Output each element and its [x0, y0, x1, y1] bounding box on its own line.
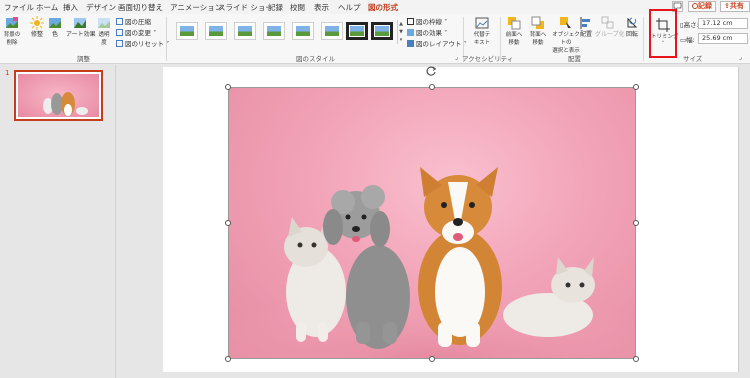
resize-handle-left[interactable] [225, 220, 231, 226]
corrections-button[interactable]: 修整 [28, 16, 46, 38]
picture-effects-button[interactable]: 図の効果 ˅ [407, 27, 447, 37]
tab-review[interactable]: 校閲 [290, 2, 305, 13]
resize-handle-bottom[interactable] [429, 356, 435, 362]
thumbnail-image [18, 74, 99, 117]
group-button[interactable]: グループ化 [595, 16, 625, 38]
picture-style-3[interactable] [234, 22, 256, 40]
tab-insert[interactable]: 挿入 [63, 2, 78, 13]
picture-style-2[interactable] [205, 22, 227, 40]
remove-background-icon [6, 17, 18, 28]
artistic-effects-button[interactable]: アート効果 [66, 16, 96, 38]
group-separator [166, 17, 167, 61]
picture-style-4[interactable] [263, 22, 285, 40]
picture-border-icon [407, 18, 414, 25]
alt-text-button[interactable]: 代替テ キスト [468, 16, 496, 47]
size-dialog-launcher-icon[interactable]: ⌟ [739, 53, 742, 61]
tab-picture-format[interactable]: 図の形式 [366, 2, 400, 16]
group-label-accessibility: アクセシビリティ [462, 55, 514, 63]
group-separator [500, 17, 501, 61]
picture-layout-button[interactable]: 図のレイアウト ˅ [407, 38, 467, 48]
compress-pictures-button[interactable]: 図の圧縮 [116, 16, 151, 26]
rotate-icon [627, 17, 638, 28]
group-label-size: サイズ [683, 55, 703, 63]
tab-view[interactable]: 表示 [314, 2, 329, 13]
tab-slideshow[interactable]: スライド ショー [218, 2, 273, 13]
selection-pane-button[interactable]: オブジェクトの 選択と表示 [552, 16, 580, 55]
ribbon: 背景の 削除 修整 色 アート効果 透明 度 図の圧縮 図の変更 ˅ 図のリセッ… [0, 14, 750, 64]
width-label: ▭幅: [680, 36, 695, 44]
picture-border-button[interactable]: 図の枠線 ˅ [407, 16, 447, 26]
resize-handle-bottom-left[interactable] [225, 356, 231, 362]
group-label-adjust: 調整 [77, 55, 90, 63]
rotate-button[interactable]: 回転 [624, 16, 640, 38]
group-label-arrange: 配置 [568, 55, 581, 63]
gallery-scroll[interactable]: ▲ ▼ ▾ [397, 20, 404, 44]
picture-effects-icon [407, 29, 414, 36]
height-label: ▯高さ: [680, 21, 699, 29]
align-button[interactable]: 配置 [580, 16, 592, 38]
resize-handle-right[interactable] [633, 220, 639, 226]
slide-number: 1 [5, 69, 10, 77]
compress-icon [116, 18, 123, 25]
bring-forward-icon [508, 17, 521, 30]
ribbon-tab-bar: ファイル ホーム 挿入 デザイン 画面切り替え アニメーション スライド ショー… [0, 0, 750, 16]
artistic-effects-icon [74, 18, 86, 28]
resize-handle-bottom-right[interactable] [633, 356, 639, 362]
tab-help[interactable]: ヘルプ [338, 2, 361, 13]
picture-style-7[interactable] [346, 22, 368, 40]
color-icon [49, 18, 61, 28]
group-separator [643, 17, 644, 61]
reset-picture-button[interactable]: 図のリセット ˅ [116, 38, 169, 48]
transparency-button[interactable]: 透明 度 [97, 16, 111, 47]
picture-style-6[interactable] [321, 22, 343, 40]
selection-border [228, 87, 636, 359]
remove-background-button[interactable]: 背景の 削除 [2, 16, 22, 47]
slide-thumbnail[interactable] [14, 70, 103, 121]
group-icon [601, 16, 614, 29]
width-input[interactable]: 25.69 cm [698, 33, 748, 44]
tab-design[interactable]: デザイン [86, 2, 116, 13]
resize-handle-top-right[interactable] [633, 84, 639, 90]
bring-forward-button[interactable]: 前面へ 移動 [503, 16, 525, 47]
color-button[interactable]: 色 [48, 16, 62, 38]
rotate-handle-icon[interactable] [426, 66, 437, 77]
picture-layout-icon [407, 40, 414, 47]
change-picture-icon [116, 29, 123, 36]
tab-home[interactable]: ホーム [36, 2, 58, 13]
align-icon [580, 17, 590, 29]
share-button[interactable]: ⇪共有 [720, 1, 750, 12]
tab-transitions[interactable]: 画面切り替え [118, 2, 163, 13]
picture-style-8[interactable] [371, 22, 393, 40]
send-backward-icon [531, 16, 544, 29]
record-button[interactable]: 記録 [688, 1, 716, 12]
picture-style-5[interactable] [292, 22, 314, 40]
reset-picture-icon [116, 40, 123, 47]
group-label-picture-styles: 図のスタイル [296, 55, 335, 63]
change-picture-button[interactable]: 図の変更 ˅ [116, 27, 156, 37]
crop-highlight [649, 9, 677, 58]
resize-handle-top[interactable] [429, 84, 435, 90]
dialog-launcher-icon[interactable]: ⌟ [455, 53, 458, 61]
transparency-icon [98, 18, 110, 28]
picture-style-1[interactable] [176, 22, 198, 40]
corrections-icon [30, 16, 44, 30]
send-backward-button[interactable]: 背面へ 移動 [527, 16, 549, 47]
height-input[interactable]: 17.12 cm [698, 18, 748, 29]
alt-text-icon [475, 17, 489, 29]
tab-animations[interactable]: アニメーション [170, 2, 222, 13]
resize-handle-top-left[interactable] [225, 84, 231, 90]
tab-file[interactable]: ファイル [4, 2, 34, 13]
selection-pane-icon [560, 17, 571, 28]
tab-record[interactable]: 記録 [268, 2, 283, 13]
